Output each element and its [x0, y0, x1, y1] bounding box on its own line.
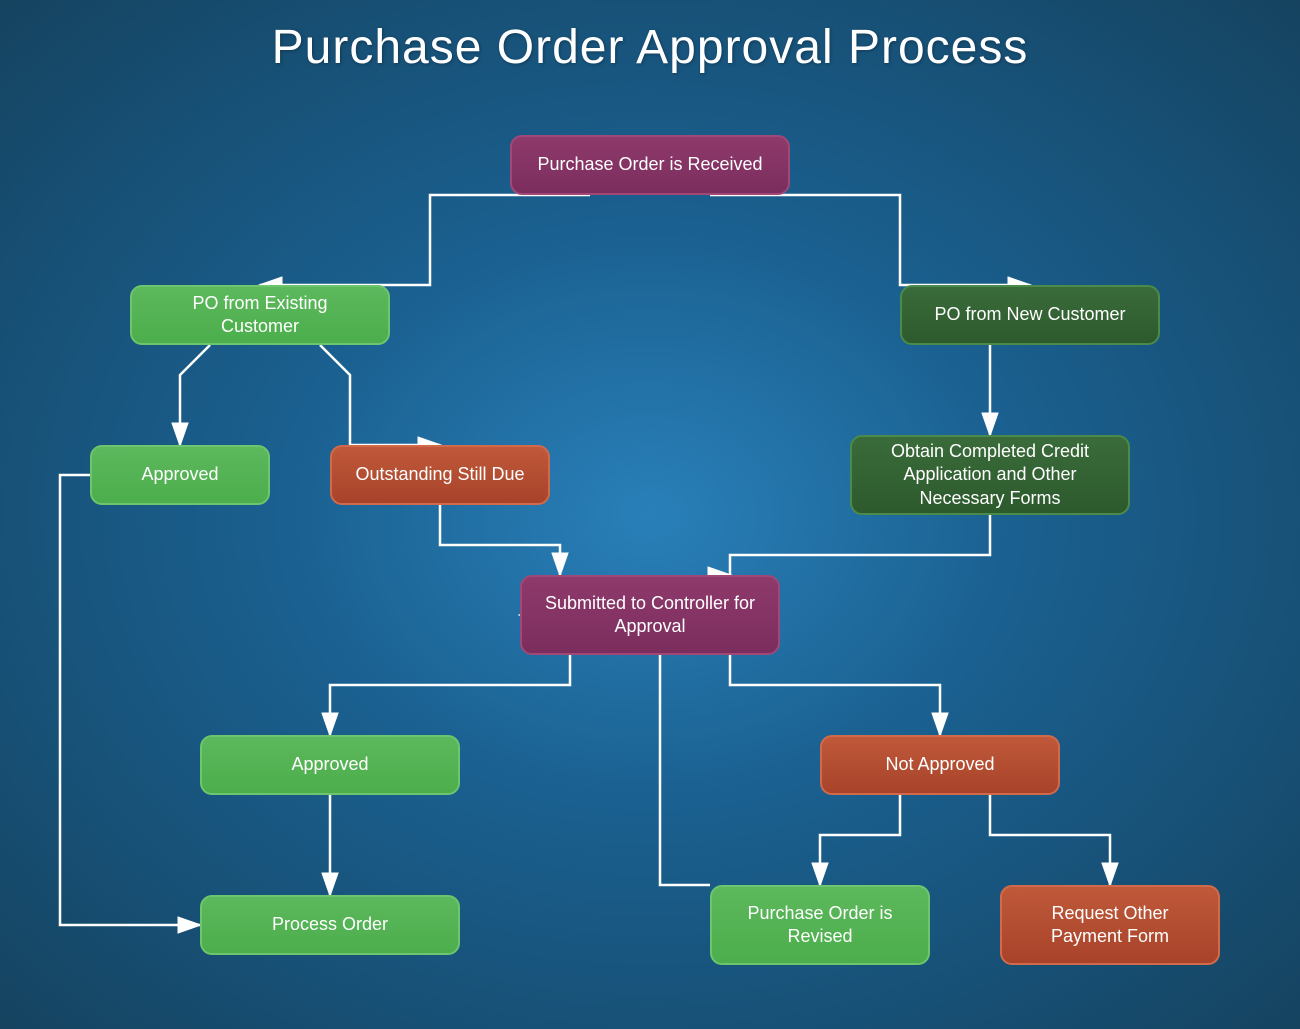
diagram: Purchase Order is Received PO from Exist… — [30, 105, 1270, 975]
page-title: Purchase Order Approval Process — [30, 20, 1270, 75]
node-process: Process Order — [200, 895, 460, 955]
node-approved-2: Approved — [200, 735, 460, 795]
node-existing: PO from Existing Customer — [130, 285, 390, 345]
node-not-approved: Not Approved — [820, 735, 1060, 795]
background: Purchase Order Approval Process — [0, 0, 1300, 1029]
node-revised: Purchase Order is Revised — [710, 885, 930, 965]
node-approved-1: Approved — [90, 445, 270, 505]
node-payment: Request Other Payment Form — [1000, 885, 1220, 965]
node-controller: Submitted to Controller for Approval — [520, 575, 780, 655]
node-new: PO from New Customer — [900, 285, 1160, 345]
node-credit: Obtain Completed Credit Application and … — [850, 435, 1130, 515]
arrows-layer — [30, 105, 1270, 975]
node-outstanding: Outstanding Still Due — [330, 445, 550, 505]
node-received: Purchase Order is Received — [510, 135, 790, 195]
